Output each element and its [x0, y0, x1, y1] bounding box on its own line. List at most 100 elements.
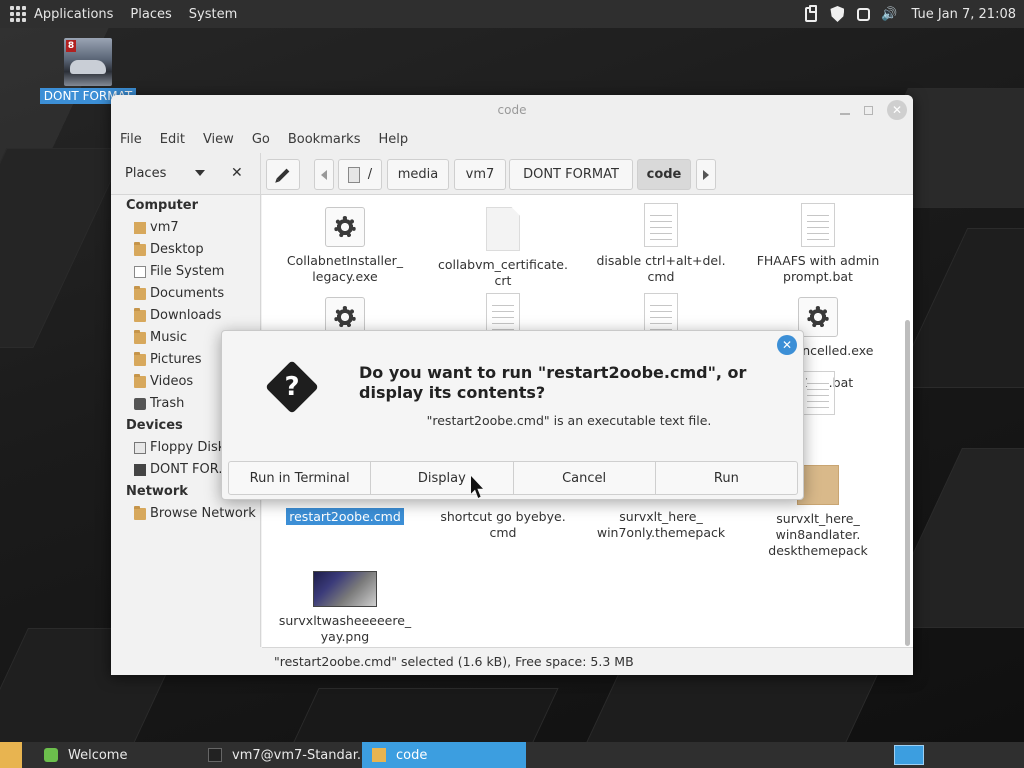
- breadcrumb-label: /: [367, 167, 373, 182]
- drive-icon: [134, 464, 146, 476]
- shield-icon[interactable]: [829, 6, 845, 22]
- file-item[interactable]: shortcut go byebye. cmd: [428, 509, 578, 541]
- home-folder-icon: [134, 222, 146, 234]
- trash-icon: [134, 398, 146, 410]
- file-item-selected[interactable]: restart2oobe.cmd: [270, 508, 420, 525]
- volume-icon[interactable]: 🔊: [881, 6, 897, 22]
- menu-edit[interactable]: Edit: [160, 132, 185, 147]
- sidebar-item-label: Pictures: [150, 352, 202, 367]
- taskbar-item-label: code: [396, 747, 428, 763]
- file-name: collabvm_certificate. crt: [438, 257, 568, 288]
- display-button[interactable]: Display: [371, 462, 514, 494]
- breadcrumb-dont-format[interactable]: DONT FORMAT: [509, 159, 633, 190]
- text-file-icon: [644, 203, 678, 247]
- window-controls: ✕: [840, 100, 907, 120]
- status-bar: "restart2oobe.cmd" selected (1.6 kB), Fr…: [262, 647, 913, 675]
- file-name: CollabnetInstaller_ legacy.exe: [286, 253, 404, 284]
- breadcrumb-vm7[interactable]: vm7: [454, 159, 506, 190]
- clipboard-icon[interactable]: [803, 4, 819, 22]
- places-selector[interactable]: Places ✕: [111, 152, 261, 195]
- drive-thumbnail-icon: 8: [64, 38, 112, 86]
- file-name: survxlt_here_ win7only.themepack: [596, 509, 726, 540]
- location-toolbar: Places ✕ / media vm7 DONT FORMAT code: [111, 152, 913, 195]
- sidebar-item-vm7[interactable]: vm7: [111, 217, 260, 239]
- file-item[interactable]: FHAAFS with admin prompt.bat: [743, 203, 893, 285]
- network-folder-icon: [134, 506, 146, 520]
- sidebar-item-label: Floppy Disk: [150, 440, 226, 455]
- folder-icon: [134, 374, 146, 388]
- clock[interactable]: Tue Jan 7, 21:08: [911, 7, 1016, 22]
- cancel-button[interactable]: Cancel: [514, 462, 656, 494]
- file-name: restart2oobe.cmd: [286, 508, 404, 525]
- close-icon[interactable]: ✕: [777, 335, 797, 355]
- file-item[interactable]: survxlt_here_ win7only.themepack: [586, 509, 736, 541]
- breadcrumb-root[interactable]: /: [338, 159, 382, 190]
- breadcrumb-media[interactable]: media: [387, 159, 449, 190]
- sidebar-item-label: Desktop: [150, 242, 204, 257]
- file-name: survxlt_here_ win8andlater. deskthemepac…: [768, 511, 868, 558]
- apps-grid-icon[interactable]: [10, 6, 26, 22]
- menubar: File Edit View Go Bookmarks Help: [111, 125, 913, 153]
- file-item[interactable]: CollabnetInstaller_ legacy.exe: [270, 207, 420, 285]
- sidebar-item-label: Downloads: [150, 308, 222, 323]
- taskbar-item-terminal[interactable]: vm7@vm7-Standar...: [198, 742, 362, 768]
- breadcrumb-back-button[interactable]: [314, 159, 334, 190]
- folder-icon: [134, 308, 146, 322]
- bg-tile: [579, 668, 881, 742]
- bg-tile: [0, 148, 127, 348]
- file-item[interactable]: disable ctrl+alt+del. cmd: [586, 203, 736, 285]
- taskbar-item-label: vm7@vm7-Standar...: [232, 747, 362, 763]
- sidebar-item-desktop[interactable]: Desktop: [111, 239, 260, 261]
- breadcrumb-label: DONT FORMAT: [523, 167, 619, 182]
- workspace-switcher-icon[interactable]: [894, 745, 924, 765]
- sidebar-item-file-system[interactable]: File System: [111, 261, 260, 283]
- sidebar-item-label: File System: [150, 264, 225, 279]
- edit-location-button[interactable]: [266, 159, 300, 190]
- menu-go[interactable]: Go: [252, 132, 270, 147]
- folder-icon: [372, 748, 386, 762]
- sidebar-section-computer: Computer: [126, 198, 199, 213]
- chevron-down-icon[interactable]: [195, 169, 205, 176]
- minimize-icon[interactable]: [840, 113, 850, 115]
- sidebar-item-label: Videos: [150, 374, 194, 389]
- file-item[interactable]: collabvm_certificate. crt: [428, 207, 578, 289]
- sidebar-item-documents[interactable]: Documents: [111, 283, 260, 305]
- dialog-button-row: Run in Terminal Display Cancel Run: [228, 461, 798, 495]
- sidebar-item-downloads[interactable]: Downloads: [111, 305, 260, 327]
- maximize-icon[interactable]: [864, 105, 873, 115]
- certificate-file-icon: [486, 207, 520, 251]
- breadcrumb-forward-button[interactable]: [696, 159, 716, 190]
- window-icon[interactable]: [855, 6, 871, 22]
- taskbar-item-label: Welcome: [68, 747, 128, 763]
- bg-tile: [281, 688, 559, 742]
- taskbar-item-welcome[interactable]: Welcome: [34, 742, 198, 768]
- breadcrumb-label: vm7: [465, 167, 495, 182]
- sidebar-item-browse-network[interactable]: Browse Network: [111, 503, 260, 525]
- menu-places[interactable]: Places: [130, 7, 171, 22]
- sidebar-item-label: Browse Network: [150, 506, 256, 521]
- menu-system[interactable]: System: [189, 7, 237, 22]
- close-icon[interactable]: ✕: [887, 100, 907, 120]
- menu-applications[interactable]: Applications: [34, 7, 113, 22]
- breadcrumb-code[interactable]: code: [637, 159, 691, 190]
- menu-view[interactable]: View: [203, 132, 234, 147]
- dialog-title: Do you want to run "restart2oobe.cmd", o…: [359, 363, 747, 402]
- menu-bookmarks[interactable]: Bookmarks: [288, 132, 361, 147]
- vertical-scrollbar[interactable]: [905, 320, 910, 646]
- run-in-terminal-button[interactable]: Run in Terminal: [229, 462, 372, 494]
- menu-file[interactable]: File: [120, 132, 142, 147]
- window-titlebar[interactable]: code ✕: [111, 95, 913, 125]
- close-sidebar-icon[interactable]: ✕: [231, 165, 243, 181]
- text-file-icon: [801, 371, 835, 415]
- window-title: code: [497, 103, 527, 117]
- menu-help[interactable]: Help: [378, 132, 408, 147]
- sidebar-item-label: Music: [150, 330, 187, 345]
- file-item[interactable]: survxltwasheeeeere_ yay.png: [270, 571, 420, 645]
- taskbar-item-code[interactable]: code: [362, 742, 526, 768]
- question-icon: ?: [265, 360, 319, 414]
- folder-icon: [134, 242, 146, 256]
- show-desktop-button[interactable]: [0, 742, 22, 768]
- welcome-app-icon: [44, 748, 58, 762]
- breadcrumb-label: media: [397, 167, 439, 182]
- run-button[interactable]: Run: [656, 462, 797, 494]
